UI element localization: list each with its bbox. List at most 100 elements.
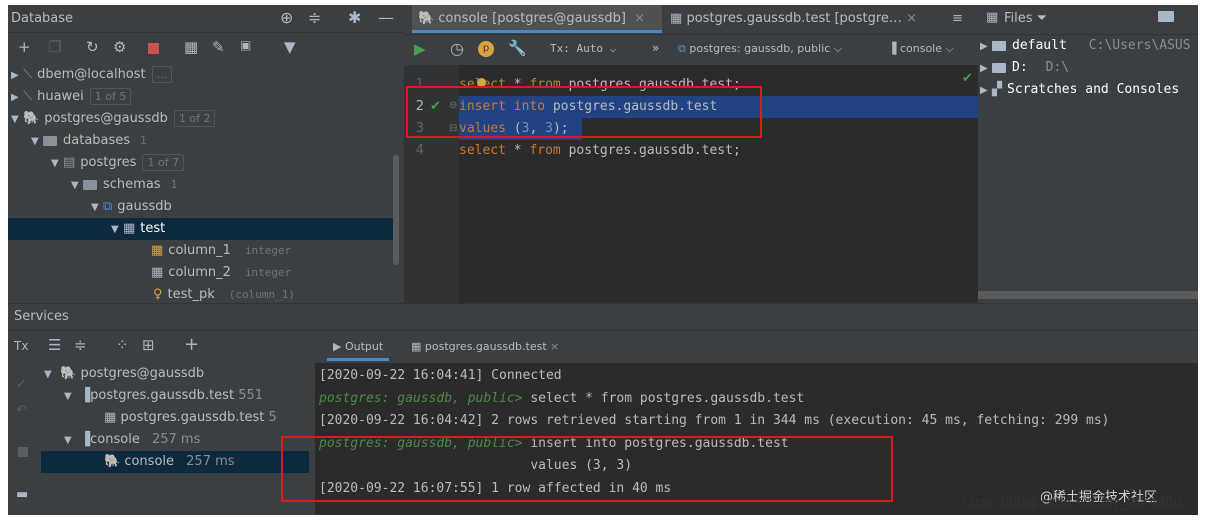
table-icon[interactable]: ▦ [184,38,198,56]
column-key-icon: ▦ [151,243,164,258]
expand-all-icon[interactable]: ☰ [48,336,61,354]
code-token: * [505,143,530,158]
close-icon[interactable]: × [906,11,917,26]
crosshair-icon[interactable]: ⊕ [280,8,293,27]
collapse-icon: ▼ [71,180,79,191]
folder-icon [83,179,97,190]
files-item-label: default [1012,38,1067,53]
add-service-icon[interactable]: + [184,334,199,355]
datasource-icon: ⟍ [23,67,33,82]
run-icon[interactable]: ▶ [414,40,426,58]
open-folder-icon[interactable] [1158,11,1174,22]
rollback-icon[interactable]: ↶ [16,403,27,418]
console-icon[interactable]: ▣ [240,38,251,52]
service-item-postgres-gaussdb[interactable]: ▼ 🐘 postgres@gaussdb [44,363,204,385]
files-panel: ▦ Files ⏷ ▶ default C:\Users\ASUS ▶ D: D:\ ▶… [978,5,1198,303]
service-item-table-session[interactable]: ▼ ▐postgres.gaussdb.test 551 [64,385,314,407]
tree-item-label: databases [63,133,131,148]
group-icon[interactable]: ⁘ [116,336,129,354]
add-icon[interactable]: + [18,38,31,56]
tab-label: postgres.gaussdb.test [424,340,547,353]
tab-output[interactable]: ▶ Output [327,333,390,361]
watermark-url: https://blog.csdn.net/qq_4574450 [962,496,1182,511]
expand-icon: ▶ [980,85,988,96]
schema-label: postgres: gaussdb, public [689,42,831,55]
service-item-console-session[interactable]: ▼ ▐console 257 ms [64,429,200,451]
history-icon[interactable]: ◷ [450,39,464,58]
minimize-icon[interactable]: — [378,8,394,27]
tree-item-label: postgres [80,155,137,170]
tree-item-badge: 1 of 7 [142,154,185,171]
new-tab-icon[interactable]: ⊞ [142,336,155,354]
service-item-table[interactable]: ▦ postgres.gaussdb.test 5 [104,407,314,429]
layout-icon[interactable]: ▬ [16,487,28,502]
profile-icon[interactable]: p [478,41,494,57]
tree-item-postgres-gaussdb[interactable]: ▼ 🐘 postgres@gaussdb 1 of 2 [11,108,216,130]
stop-icon[interactable] [148,43,159,54]
files-item-default[interactable]: ▶ default C:\Users\ASUS [980,35,1191,57]
database-toolbar: + ❐ ↻ ⚙ ▦ ✎ ▣ ▼ [8,33,404,63]
service-item-console[interactable]: 🐘 console 257 ms [104,451,235,473]
tx-icon[interactable]: Tx [14,339,28,353]
database-panel: Database ⊕ ≑ ✱ — + ❐ ↻ ⚙ ▦ ✎ ▣ ▼ ▶ ⟍ dbem@… [8,5,404,303]
commit-icon[interactable]: ✓ [16,377,27,392]
expand-icon: ▶ [11,70,19,81]
collapse-all-icon[interactable]: ≑ [74,336,87,354]
refresh-icon[interactable]: ↻ [86,38,99,56]
output-line: postgres: gaussdb, public> select * from… [319,388,804,411]
output-sql-select: select * from postgres.gaussdb.test [530,391,804,406]
close-icon[interactable]: × [634,11,645,26]
service-item-extra: 257 ms [151,432,201,447]
console-select[interactable]: ▐ console ⌵ [888,42,954,56]
table-icon: ▦ [123,221,136,236]
copy-icon[interactable]: ❐ [48,38,61,56]
more-icon[interactable]: » [652,41,659,55]
files-scrollbar[interactable] [978,291,1198,299]
tree-item-databases[interactable]: ▼ databases 1 [31,130,151,152]
tx-mode-select[interactable]: Tx: Auto ⌵ [550,42,616,55]
tab-result[interactable]: ▦ postgres.gaussdb.test × [411,333,559,361]
tree-item-column-2[interactable]: ▦ column_2 integer [151,262,291,284]
files-item-d[interactable]: ▶ D: D:\ [980,57,1069,79]
tab-table[interactable]: ▦ postgres.gaussdb.test [postgre… × [666,5,956,33]
files-panel-header: ▦ Files ⏷ [978,5,1198,35]
wrench-icon[interactable]: 🔧 [508,39,527,57]
tree-item-label: test_pk [167,287,215,302]
tree-item-gaussdb[interactable]: ▼ ⧉ gaussdb [91,196,172,218]
tree-item-label: postgres@gaussdb [44,111,168,126]
tree-item-badge: 1 of 2 [173,110,216,127]
tree-item-label: huawei [37,89,84,104]
output-tab-bar: ▶ Output ▦ postgres.gaussdb.test × [315,331,1198,363]
tree-item-column-1[interactable]: ▦ column_1 integer [151,240,291,262]
schema-icon: ⧉ [678,42,686,55]
gear-icon[interactable]: ✱ [348,8,361,27]
files-item-scratches[interactable]: ▶ ▞ Scratches and Consoles [980,79,1179,101]
inspection-ok-icon: ✔ [962,71,973,86]
line-number: 4 [415,143,424,158]
tree-item-dbem[interactable]: ▶ ⟍ dbem@localhost... [11,64,173,86]
schema-select[interactable]: ⧉ postgres: gaussdb, public ⌵ [678,42,842,56]
tab-list-icon[interactable]: ≡ [952,11,963,26]
tree-selection-highlight [8,218,398,240]
stop-icon[interactable] [18,447,28,457]
files-title-select[interactable]: Files ⏷ [1004,11,1047,26]
collapse-icon: ▼ [111,224,119,235]
tree-item-huawei[interactable]: ▶ ⟍ huawei 1 of 5 [11,86,132,108]
database-panel-title: Database [11,11,74,26]
tab-console[interactable]: 🐘 console [postgres@gaussdb] × [412,5,662,33]
tab-label: Output [344,340,384,353]
service-item-label: console [124,454,175,469]
table-icon: ▦ [411,340,422,353]
filter-icon[interactable]: ▼ [284,38,296,56]
close-icon[interactable]: × [550,340,559,353]
sql-editor[interactable]: ▶ ◷ p 🔧 Tx: Auto ⌵ » ⧉ postgres: gaussdb… [404,35,978,303]
tree-item-test[interactable]: ▼ ▦ test [111,218,165,240]
tree-scrollbar[interactable] [393,155,399,265]
tree-item-label: column_2 [168,265,231,280]
edit-icon[interactable]: ✎ [212,38,225,56]
tree-item-postgres[interactable]: ▼ ▤ postgres 1 of 7 [51,152,185,174]
sync-icon[interactable]: ⚙ [113,38,126,56]
column-type: integer [244,244,292,257]
tree-item-schemas[interactable]: ▼ schemas 1 [71,174,182,196]
collapse-all-icon[interactable]: ≑ [308,8,321,27]
